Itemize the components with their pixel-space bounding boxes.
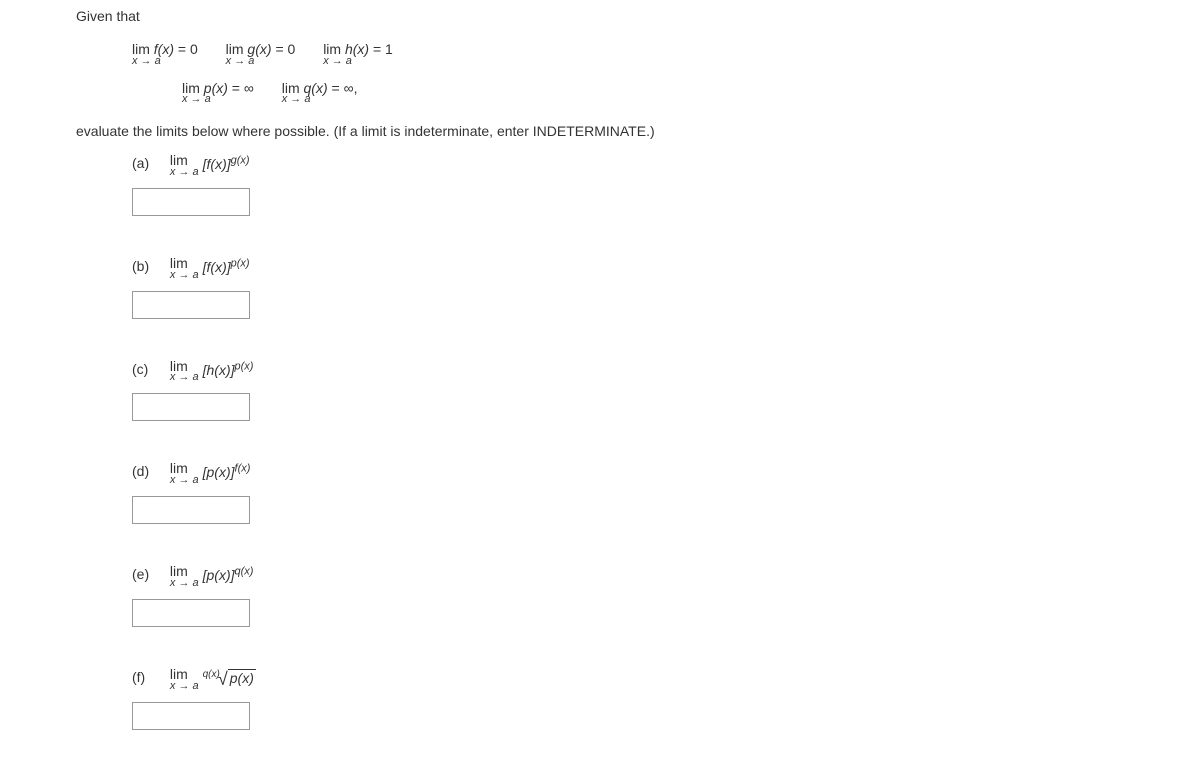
part-a-exp: g(x)	[231, 155, 250, 167]
part-b-label: (b)	[132, 256, 166, 274]
part-e: (e) lim x → a [p(x)]q(x)	[132, 564, 1200, 589]
part-b-base: [f(x)]	[203, 259, 231, 275]
limit-p: lim p(x) = ∞ x → a	[182, 81, 254, 106]
part-f-root-index: q(x)	[203, 669, 220, 680]
part-f-lim: lim x → a	[170, 667, 199, 692]
answer-input-d[interactable]	[132, 496, 250, 524]
answer-input-a[interactable]	[132, 188, 250, 216]
part-e-base: [p(x)]	[203, 567, 235, 583]
part-b: (b) lim x → a [f(x)]p(x)	[132, 256, 1200, 281]
part-e-label: (e)	[132, 564, 166, 582]
evaluate-instruction: evaluate the limits below where possible…	[76, 123, 1200, 139]
part-a-lim: lim x → a	[170, 153, 199, 178]
given-limits-row-2: lim p(x) = ∞ x → a lim q(x) = ∞, x → a	[182, 81, 1200, 106]
given-limits-row-1: lim f(x) = 0 x → a lim g(x) = 0 x → a li…	[132, 42, 1200, 67]
part-d-lim: lim x → a	[170, 461, 199, 486]
part-f-radicand: p(x)	[228, 669, 256, 686]
part-d: (d) lim x → a [p(x)]f(x)	[132, 461, 1200, 486]
limit-f: lim f(x) = 0 x → a	[132, 42, 198, 67]
part-c-base: [h(x)]	[203, 362, 235, 378]
answer-input-e[interactable]	[132, 599, 250, 627]
part-f-label: (f)	[132, 667, 166, 685]
part-c-exp: p(x)	[235, 360, 254, 372]
answer-input-f[interactable]	[132, 702, 250, 730]
part-b-exp: p(x)	[231, 257, 250, 269]
part-a: (a) lim x → a [f(x)]g(x)	[132, 153, 1200, 178]
part-a-base: [f(x)]	[203, 156, 231, 172]
part-e-lim: lim x → a	[170, 564, 199, 589]
limit-h: lim h(x) = 1 x → a	[323, 42, 393, 67]
part-c-lim: lim x → a	[170, 359, 199, 384]
part-f-root: q(x)√p(x)	[203, 669, 256, 690]
answer-input-c[interactable]	[132, 393, 250, 421]
part-d-label: (d)	[132, 461, 166, 479]
limit-q: lim q(x) = ∞, x → a	[282, 81, 358, 106]
part-c: (c) lim x → a [h(x)]p(x)	[132, 359, 1200, 384]
part-f: (f) lim x → a q(x)√p(x)	[132, 667, 1200, 692]
answer-input-b[interactable]	[132, 291, 250, 319]
part-a-label: (a)	[132, 153, 166, 171]
part-e-exp: q(x)	[235, 566, 254, 578]
limit-g: lim g(x) = 0 x → a	[226, 42, 296, 67]
part-b-lim: lim x → a	[170, 256, 199, 281]
given-that-text: Given that	[76, 8, 1200, 24]
part-d-exp: f(x)	[235, 463, 251, 475]
part-c-label: (c)	[132, 359, 166, 377]
part-d-base: [p(x)]	[203, 464, 235, 480]
